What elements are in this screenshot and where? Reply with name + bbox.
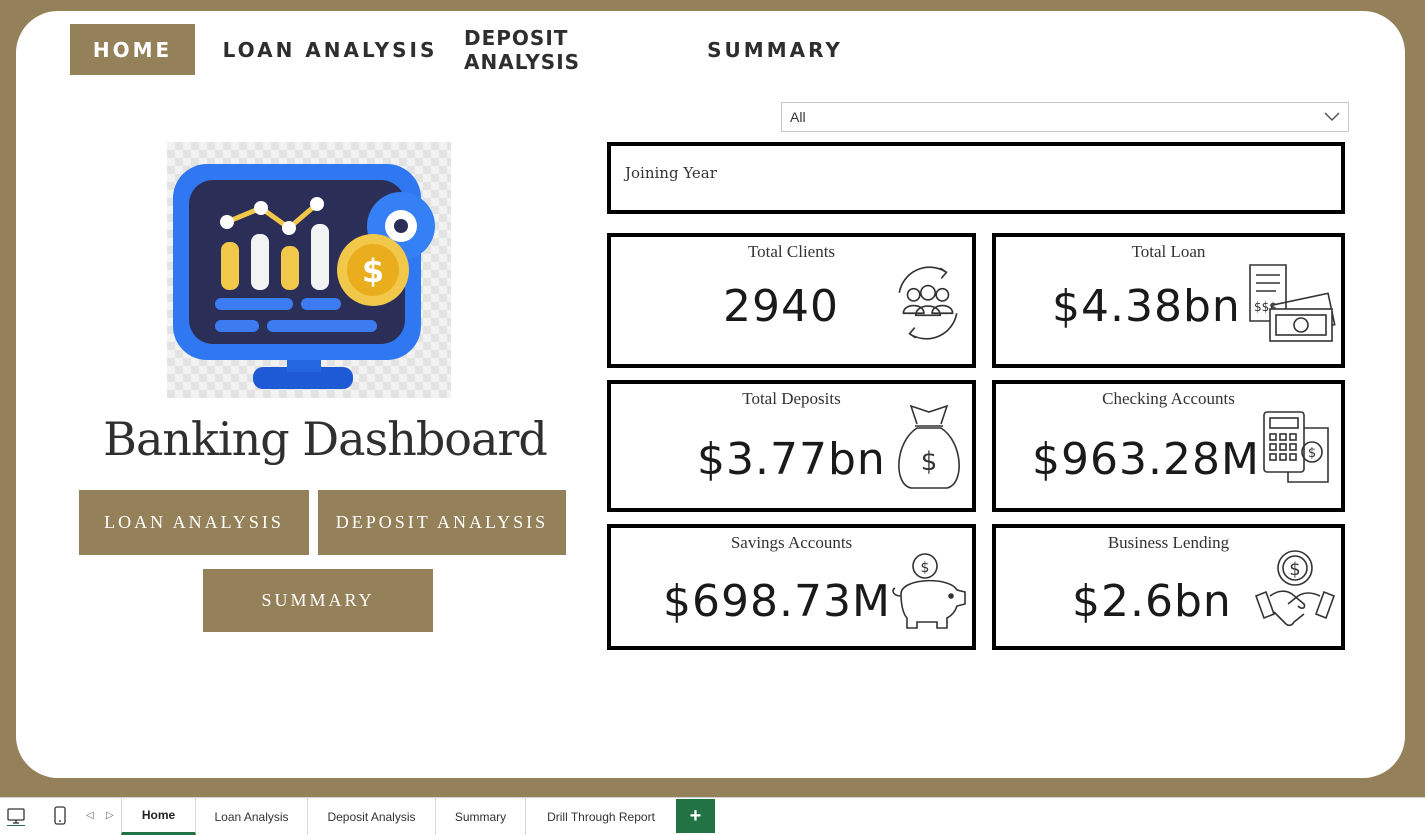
card-label: Checking Accounts bbox=[1102, 389, 1235, 408]
page-tab-bar: ◁ ▷ Home Loan Analysis Deposit Analysis … bbox=[0, 797, 1425, 835]
svg-text:$: $ bbox=[921, 447, 938, 477]
joining-year-dropdown[interactable]: All bbox=[781, 102, 1349, 132]
handshake-icon: $ bbox=[1252, 548, 1338, 632]
tab-deposit-analysis[interactable]: Deposit Analysis bbox=[308, 798, 436, 835]
card-value: $3.77bn bbox=[697, 434, 886, 485]
nav-deposit-analysis-button[interactable]: DEPOSIT ANALYSIS bbox=[464, 24, 678, 75]
joining-year-slicer-box: Joining Year bbox=[607, 142, 1345, 214]
card-value: $4.38bn bbox=[1052, 281, 1241, 332]
total-deposits-card: Total Deposits $3.77bn $ bbox=[607, 380, 976, 512]
tab-drill-through-report[interactable]: Drill Through Report bbox=[526, 798, 676, 835]
business-lending-card: Business Lending $2.6bn $ bbox=[992, 524, 1345, 650]
calculator-icon: $ bbox=[1260, 408, 1338, 488]
savings-accounts-card: Savings Accounts $698.73M $ bbox=[607, 524, 976, 650]
svg-text:$: $ bbox=[921, 560, 930, 576]
summary-button[interactable]: SUMMARY bbox=[203, 569, 433, 632]
monitor-chart-icon: $ bbox=[173, 164, 435, 389]
nav-loan-analysis-button[interactable]: LOAN ANALYSIS bbox=[220, 24, 440, 75]
checking-accounts-card: Checking Accounts $963.28M $ bbox=[992, 380, 1345, 512]
dashboard-logo: $ bbox=[167, 142, 451, 398]
piggy-bank-icon: $ bbox=[887, 550, 971, 632]
svg-text:$: $ bbox=[1289, 559, 1300, 580]
chevron-down-icon bbox=[1324, 112, 1340, 122]
dashboard-title: Banking Dashboard bbox=[103, 412, 548, 466]
card-value: $963.28M bbox=[1032, 434, 1260, 485]
svg-text:$: $ bbox=[1308, 446, 1316, 461]
deposit-analysis-button[interactable]: DEPOSIT ANALYSIS bbox=[318, 490, 566, 555]
total-loan-card: Total Loan $4.38bn $$$ bbox=[992, 233, 1345, 368]
scroll-tabs-left-icon[interactable]: ◁ bbox=[86, 810, 94, 821]
nav-summary-button[interactable]: SUMMARY bbox=[704, 24, 846, 75]
receipt-cash-icon: $$$ bbox=[1246, 263, 1338, 343]
money-bag-icon: $ bbox=[891, 402, 967, 492]
card-value: $698.73M bbox=[663, 576, 891, 627]
mobile-layout-icon[interactable] bbox=[50, 806, 70, 826]
card-label: Total Clients bbox=[747, 242, 836, 261]
clients-cycle-icon bbox=[887, 261, 969, 345]
tab-home[interactable]: Home bbox=[121, 798, 196, 835]
scroll-tabs-right-icon[interactable]: ▷ bbox=[106, 810, 114, 821]
svg-text:$: $ bbox=[362, 252, 384, 290]
nav-home-button[interactable]: HOME bbox=[70, 24, 195, 75]
card-value: $2.6bn bbox=[1072, 576, 1232, 627]
total-clients-card: Total Clients 2940 bbox=[607, 233, 976, 368]
loan-analysis-button[interactable]: LOAN ANALYSIS bbox=[79, 490, 309, 555]
card-label: Total Loan bbox=[1131, 242, 1206, 261]
card-value: 2940 bbox=[723, 281, 839, 332]
slicer-title: Joining Year bbox=[625, 164, 717, 182]
desktop-layout-icon[interactable] bbox=[6, 806, 26, 827]
dropdown-value: All bbox=[790, 109, 806, 125]
tab-loan-analysis[interactable]: Loan Analysis bbox=[196, 798, 308, 835]
add-page-button[interactable]: + bbox=[676, 799, 715, 833]
tab-summary[interactable]: Summary bbox=[436, 798, 526, 835]
